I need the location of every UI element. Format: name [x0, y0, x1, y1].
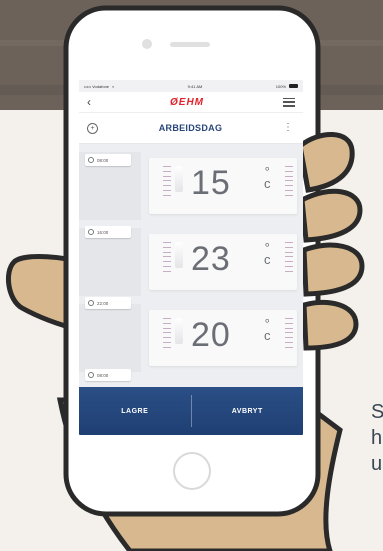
time-pill[interactable]: 08:00 [85, 154, 131, 166]
clock-icon [88, 372, 94, 378]
brand-logo: ØEHM [170, 96, 204, 108]
unit-label: c [264, 327, 271, 343]
app-screen: ••••• Vodafone ≈ 9:41 AM 100% ‹ ØEHM + A… [79, 80, 303, 435]
time-pill[interactable]: 16:00 [85, 226, 131, 238]
battery-label: 100% [275, 83, 286, 89]
temp-scale-left [163, 318, 171, 348]
side-text-3: u [371, 453, 383, 475]
back-button[interactable]: ‹ [87, 95, 91, 109]
phone-speaker [170, 42, 210, 47]
temp-scale-right [285, 166, 293, 196]
unit-label: c [264, 175, 271, 191]
unit-label: c [264, 251, 271, 267]
schedule-list: 15 ° c 23 ° c 20 ° c 08:00 16:00 22:00 0… [79, 144, 303, 387]
temp-scale-right [285, 318, 293, 348]
temperature-value: 20 [191, 316, 231, 354]
clock-icon [88, 229, 94, 235]
temp-scale-left [163, 242, 171, 272]
phone-camera [142, 39, 152, 49]
time-pill[interactable]: 08:00 [85, 369, 131, 381]
nav-bar: ‹ ØEHM [79, 92, 303, 112]
footer-bar: LAGRE AVBRYT [79, 387, 303, 435]
schedule-row[interactable]: 23 ° c [79, 228, 303, 296]
cancel-button[interactable]: AVBRYT [192, 387, 304, 435]
time-label: 08:00 [97, 372, 109, 378]
clock-icon [88, 157, 94, 163]
temperature-value: 23 [191, 240, 231, 278]
time-label: 22:00 [97, 300, 109, 306]
save-button[interactable]: LAGRE [79, 387, 191, 435]
phone-home-button [173, 452, 211, 490]
menu-icon[interactable] [283, 97, 295, 107]
time-label: 08:00 [97, 157, 109, 163]
side-text-2: h [371, 427, 383, 449]
day-title: ARBEIDSDAG [158, 123, 223, 133]
temp-scale-right [285, 242, 293, 272]
add-period-button[interactable]: + [87, 122, 98, 134]
more-options-icon[interactable]: ⋮ [283, 123, 293, 133]
time-label: 16:00 [97, 229, 109, 235]
status-bar: ••••• Vodafone ≈ 9:41 AM 100% [79, 80, 303, 92]
wifi-icon: ≈ [112, 83, 115, 89]
hand-finger-4 [301, 299, 359, 351]
status-time: 9:41 AM [187, 83, 203, 89]
temp-slider-handle[interactable] [175, 242, 183, 268]
battery-icon [289, 84, 298, 88]
temp-scale-left [163, 166, 171, 196]
temp-slider-handle[interactable] [175, 166, 183, 192]
carrier-label: ••••• Vodafone [84, 83, 110, 89]
clock-icon [88, 300, 94, 306]
temp-slider-handle[interactable] [175, 318, 183, 344]
schedule-row[interactable]: 20 ° c [79, 304, 303, 372]
day-header: + ARBEIDSDAG ⋮ [79, 112, 303, 144]
side-text-1: S [371, 401, 383, 423]
time-pill[interactable]: 22:00 [85, 297, 131, 309]
temperature-value: 15 [191, 164, 231, 202]
